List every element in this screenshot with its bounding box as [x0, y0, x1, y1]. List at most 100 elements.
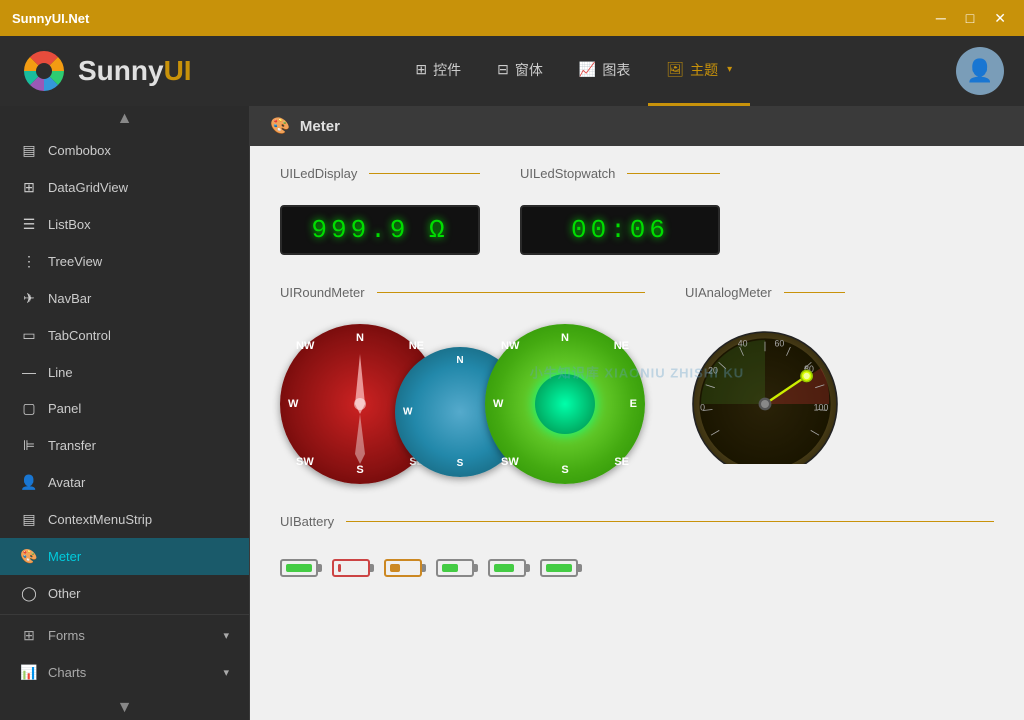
battery-title: UIBattery	[280, 514, 994, 529]
datagridview-icon: ⊞	[20, 179, 38, 196]
avatar[interactable]: 👤	[956, 47, 1004, 95]
led-stopwatch: 00:06	[520, 205, 720, 255]
round-meter-block: UIRoundMeter N S E W NE NW SE SW	[280, 285, 645, 484]
sidebar-item-line[interactable]: — Line	[0, 354, 249, 390]
teal-w: W	[403, 406, 412, 417]
sidebar-item-datagridview[interactable]: ⊞ DataGridView	[0, 169, 249, 206]
battery-fill-1	[286, 564, 312, 572]
battery-fill-6	[546, 564, 572, 572]
nav-charts[interactable]: 📈 图表	[561, 36, 648, 106]
green-n: N	[561, 332, 569, 344]
led-stopwatch-block: UILedStopwatch 00:06	[520, 166, 720, 255]
battery-row	[280, 559, 994, 577]
battery-5	[488, 559, 526, 577]
sidebar: ▲ ▤ Combobox ⊞ DataGridView ☰ ListBox ⋮ …	[0, 106, 250, 720]
green-se: SE	[614, 456, 629, 468]
forms-icon: ⊟	[497, 61, 509, 78]
avatar-icon: 👤	[966, 58, 993, 84]
content-header: 🎨 Meter	[250, 106, 1024, 146]
listbox-label: ListBox	[48, 217, 91, 232]
charts-section-label: Charts	[48, 665, 86, 680]
titlebar-controls: ─ □ ✕	[930, 8, 1012, 29]
green-center	[535, 374, 595, 434]
sidebar-scroll-up[interactable]: ▲	[0, 106, 249, 132]
sidebar-item-navbar[interactable]: ✈ NavBar	[0, 280, 249, 317]
sidebar-divider-1	[0, 614, 249, 615]
sidebar-item-meter[interactable]: 🎨 Meter	[0, 538, 249, 575]
teal-n: N	[456, 355, 463, 366]
teal-s: S	[457, 458, 464, 469]
sidebar-item-combobox[interactable]: ▤ Combobox	[0, 132, 249, 169]
other-label: Other	[48, 586, 81, 601]
green-sw: SW	[501, 456, 519, 468]
green-e: E	[630, 398, 637, 410]
content-header-icon: 🎨	[270, 116, 290, 136]
battery-6	[540, 559, 578, 577]
sidebar-item-panel[interactable]: ▢ Panel	[0, 390, 249, 427]
charts-icon: 📈	[579, 61, 596, 78]
compass-green-wrapper: N S E W NE NW SE SW	[515, 324, 645, 484]
minimize-button[interactable]: ─	[930, 8, 952, 29]
row-meters: UIRoundMeter N S E W NE NW SE SW	[280, 285, 994, 484]
sidebar-item-listbox[interactable]: ☰ ListBox	[0, 206, 249, 243]
main-layout: ▲ ▤ Combobox ⊞ DataGridView ☰ ListBox ⋮ …	[0, 106, 1024, 720]
svg-text:100: 100	[814, 402, 829, 412]
sidebar-item-avatar[interactable]: 👤 Avatar	[0, 464, 249, 501]
theme-chevron-icon: ▾	[727, 64, 732, 75]
green-nw: NW	[501, 340, 519, 352]
green-w: W	[493, 398, 503, 410]
close-button[interactable]: ✕	[988, 8, 1012, 29]
charts-label: 图表	[602, 60, 630, 80]
green-ne: NE	[614, 340, 629, 352]
nav-area: ⊞ 控件 ⊟ 窗体 📈 图表 🖼 主题 ▾	[397, 36, 750, 106]
content-header-title: Meter	[300, 118, 340, 135]
contextmenu-icon: ▤	[20, 511, 38, 528]
analog-meter: 0 20 40 60 80 100	[685, 324, 845, 464]
line-icon: —	[20, 364, 38, 380]
analog-meter-svg: 0 20 40 60 80 100	[685, 324, 845, 464]
maximize-button[interactable]: □	[960, 8, 980, 29]
nav-controls[interactable]: ⊞ 控件	[397, 36, 479, 106]
compass-green: N S E W NE NW SE SW	[485, 324, 645, 484]
transfer-icon: ⊫	[20, 437, 38, 454]
sidebar-section-charts[interactable]: 📊 Charts ▾	[0, 654, 249, 691]
theme-label: 主题	[690, 60, 718, 80]
titlebar: SunnyUI.Net ─ □ ✕	[0, 0, 1024, 36]
combobox-label: Combobox	[48, 143, 111, 158]
meters-row: N S E W NE NW SE SW	[280, 324, 645, 484]
panel-icon: ▢	[20, 400, 38, 417]
forms-chevron-icon: ▾	[223, 629, 229, 642]
battery-fill-2	[338, 564, 341, 572]
battery-fill-4	[442, 564, 458, 572]
led-display: 999.9 Ω	[280, 205, 480, 255]
listbox-icon: ☰	[20, 216, 38, 233]
sidebar-scroll-down[interactable]: ▼	[0, 691, 249, 720]
sidebar-section-forms[interactable]: ⊞ Forms ▾	[0, 617, 249, 654]
line-label: Line	[48, 365, 73, 380]
logo-area: SunnyUI	[20, 47, 192, 95]
sidebar-item-other[interactable]: ◯ Other	[0, 575, 249, 612]
datagridview-label: DataGridView	[48, 180, 128, 195]
led-display-block: UILedDisplay 999.9 Ω	[280, 166, 480, 255]
contextmenu-label: ContextMenuStrip	[48, 512, 152, 527]
forms-section-icon: ⊞	[20, 627, 38, 644]
svg-text:40: 40	[738, 338, 748, 348]
other-icon: ◯	[20, 585, 38, 602]
charts-chevron-icon: ▾	[223, 666, 229, 679]
battery-fill-5	[494, 564, 514, 572]
sidebar-item-contextmenustrip[interactable]: ▤ ContextMenuStrip	[0, 501, 249, 538]
sidebar-item-treeview[interactable]: ⋮ TreeView	[0, 243, 249, 280]
logo-text: SunnyUI	[78, 55, 192, 87]
transfer-label: Transfer	[48, 438, 96, 453]
svg-text:0: 0	[700, 402, 705, 412]
avatar-sidebar-icon: 👤	[20, 474, 38, 491]
charts-section-icon: 📊	[20, 664, 38, 681]
sidebar-item-tabcontrol[interactable]: ▭ TabControl	[0, 317, 249, 354]
sidebar-item-transfer[interactable]: ⊫ Transfer	[0, 427, 249, 464]
controls-label: 控件	[433, 60, 461, 80]
nav-theme[interactable]: 🖼 主题 ▾	[648, 36, 750, 106]
battery-block: UIBattery	[280, 514, 994, 577]
nav-forms[interactable]: ⊟ 窗体	[479, 36, 561, 106]
battery-1	[280, 559, 318, 577]
tabcontrol-label: TabControl	[48, 328, 111, 343]
